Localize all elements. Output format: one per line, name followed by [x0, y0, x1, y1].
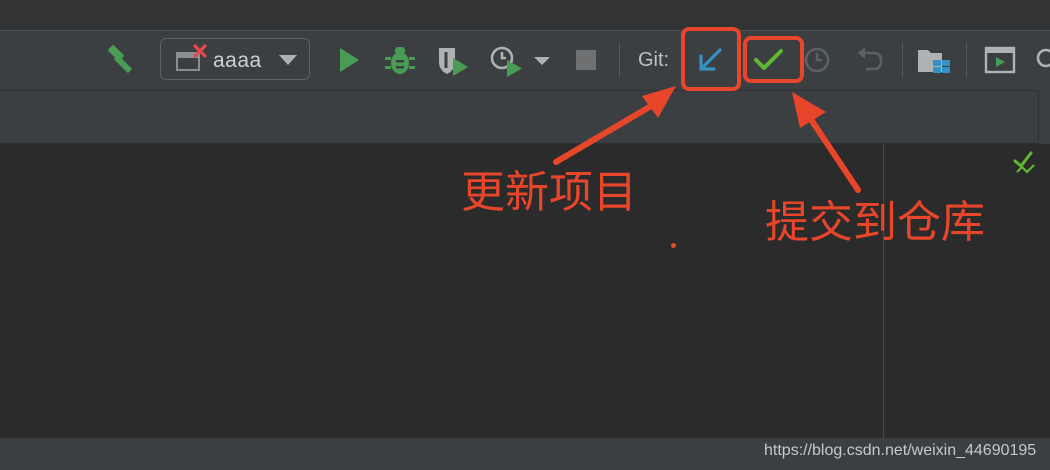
search-icon[interactable] — [1034, 46, 1050, 76]
annotation-dot — [671, 243, 676, 248]
project-structure-icon[interactable] — [916, 44, 952, 78]
toolbar-separator — [902, 42, 903, 78]
right-margin-guide — [883, 144, 884, 438]
toolbar-separator — [619, 42, 620, 78]
history-icon[interactable] — [802, 45, 832, 75]
inspection-ok-icon[interactable] — [1013, 150, 1039, 176]
git-label: Git: — [638, 49, 670, 71]
run-config-error-icon — [176, 44, 207, 71]
editor-tab-bar — [0, 90, 1050, 144]
dropdown-arrow-icon[interactable] — [532, 54, 552, 68]
debug-icon[interactable] — [384, 43, 416, 77]
toolbar-separator — [966, 42, 967, 78]
commit-to-repo-callout: 提交到仓库 — [765, 197, 985, 248]
main-toolbar — [0, 30, 1050, 90]
profiler-icon[interactable] — [490, 44, 524, 78]
watermark: https://blog.csdn.net/weixin_44690195 — [764, 442, 1037, 459]
title-bar — [0, 0, 1050, 30]
stop-icon[interactable] — [574, 48, 598, 72]
presentation-icon[interactable] — [984, 46, 1016, 74]
dropdown-arrow-icon — [279, 55, 297, 65]
run-icon[interactable] — [336, 46, 362, 74]
run-config-name: aaaa — [213, 49, 262, 72]
update-highlight-box — [681, 27, 741, 91]
commit-highlight-box — [743, 36, 804, 83]
run-config-selector[interactable]: aaaa — [160, 38, 310, 80]
build-hammer-icon[interactable] — [104, 44, 138, 76]
rollback-icon[interactable] — [854, 45, 884, 75]
coverage-icon[interactable] — [436, 44, 470, 78]
update-project-callout: 更新项目 — [461, 167, 637, 218]
